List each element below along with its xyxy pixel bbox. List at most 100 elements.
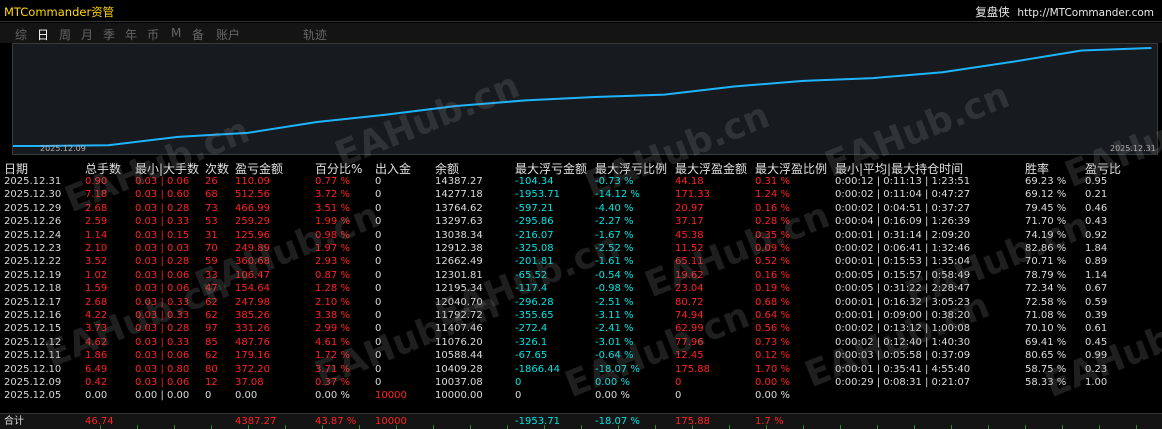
bottom-tick-strip <box>0 425 1162 429</box>
cell-col-max-float-loss-pct: -2.41 % <box>595 323 634 335</box>
cell-col-max-float-profit: 171.33 <box>675 189 710 201</box>
cell-col-date: 2025.12.10 <box>4 363 62 375</box>
cell-col-balance: 11792.72 <box>435 310 483 321</box>
cell-col-pl-ratio: 0.59 <box>1085 296 1108 308</box>
table-row[interactable]: 2025.12.17 2.68 0.03 | 0.33 62 247.98 2.10 % 0… <box>0 296 1162 309</box>
cell-col-count: 62 <box>205 296 218 308</box>
cell-col-max-float-loss: 0 <box>515 377 522 388</box>
cell-col-max-float-loss: -597.21 <box>515 202 554 214</box>
cell-col-count: 62 <box>205 310 218 321</box>
equity-point <box>663 93 666 96</box>
cell-col-count: 73 <box>205 202 218 214</box>
table-row[interactable]: 2025.12.31 0.90 0.03 | 0.06 26 110.09 0.77 % 0… <box>0 175 1162 188</box>
cell-col-max-float-loss-pct: -0.98 % <box>595 283 634 295</box>
table-row[interactable]: 2025.12.10 6.49 0.03 | 0.80 80 372.20 3.71 % 0… <box>0 363 1162 376</box>
cell-col-min-max-lots: 0.03 | 0.06 <box>135 350 190 362</box>
tab-year[interactable]: 年 <box>125 26 137 43</box>
cell-col-pct: 0.98 % <box>315 229 350 241</box>
tab-day[interactable]: 日 <box>37 26 49 43</box>
cell-col-min-max-lots: 0.03 | 0.33 <box>135 310 190 321</box>
cell-col-total-lots: 0.00 <box>85 390 108 402</box>
cell-col-count: 62 <box>205 350 218 362</box>
cell-col-max-float-loss-pct: -2.51 % <box>595 296 634 308</box>
cell-col-max-float-profit-pct: 0.31 % <box>755 176 790 187</box>
table-row[interactable]: 2025.12.30 7.18 0.03 | 0.60 68 512.56 3.72 % 0… <box>0 188 1162 201</box>
cell-col-count: 70 <box>205 243 218 254</box>
cell-col-total-lots: 6.49 <box>85 363 108 375</box>
tab-m[interactable]: M <box>171 26 181 40</box>
cell-col-max-float-profit: 20.97 <box>675 202 704 214</box>
cell-col-balance: 10000.00 <box>435 390 483 402</box>
cell-col-max-float-profit: 11.52 <box>675 243 704 254</box>
cell-col-min-max-lots: 0.03 | 0.28 <box>135 202 190 214</box>
cell-col-min-max-lots: 0.03 | 0.33 <box>135 216 190 228</box>
cell-col-balance: 13764.62 <box>435 202 483 214</box>
equity-chart-svg <box>13 47 1152 147</box>
equity-point <box>872 77 874 79</box>
tab-notes[interactable]: 备 <box>192 26 204 43</box>
site-url-link[interactable]: http://MTCommander.com <box>1017 7 1154 19</box>
cell-col-max-float-loss-pct: -0.73 % <box>595 176 634 187</box>
cell-col-win-rate: 74.19 % <box>1025 229 1067 241</box>
cell-col-max-float-loss: -1953.71 <box>515 189 560 201</box>
cell-col-count: 80 <box>205 363 218 375</box>
tick-mark <box>729 425 730 429</box>
cell-col-count: 31 <box>205 229 218 241</box>
tab-currency[interactable]: 币 <box>147 26 159 43</box>
cell-col-max-float-profit-pct: 0.09 % <box>755 243 790 254</box>
table-row[interactable]: 2025.12.16 4.22 0.03 | 0.33 62 385.26 3.38 % 0… <box>0 309 1162 322</box>
cell-col-max-float-loss-pct: -1.67 % <box>595 229 634 241</box>
table-row[interactable]: 2025.12.15 3.73 0.03 | 0.28 97 331.26 2.99 % 0… <box>0 322 1162 335</box>
cell-col-max-float-profit: 12.45 <box>675 350 704 362</box>
tab-summary[interactable]: 综 <box>15 26 27 43</box>
table-row[interactable]: 2025.12.26 2.59 0.03 | 0.33 53 259.29 1.99 % 0… <box>0 215 1162 228</box>
cell-col-max-float-loss-pct: -3.11 % <box>595 310 634 321</box>
table-row[interactable]: 2025.12.19 1.02 0.03 | 0.06 33 106.47 0.87 % 0… <box>0 269 1162 282</box>
equity-point <box>941 71 944 74</box>
cell-col-balance: 12662.49 <box>435 256 483 268</box>
cell-col-deposit: 0 <box>375 202 382 214</box>
cell-col-win-rate: 71.08 % <box>1025 310 1067 321</box>
cell-col-balance: 12301.81 <box>435 269 483 281</box>
cell-col-max-float-profit: 77.96 <box>675 336 704 348</box>
cell-col-total-lots: 0.90 <box>85 176 108 187</box>
table-row[interactable]: 2025.12.18 1.59 0.03 | 0.06 47 154.64 1.28 % 0… <box>0 282 1162 295</box>
cell-col-hold-time: 0:00:05 | 0:31:22 | 2:28:47 <box>835 283 971 295</box>
cell-col-max-float-profit-pct: 0.35 % <box>755 229 790 241</box>
cell-col-hold-time: 0:00:01 | 0:31:14 | 2:09:20 <box>835 229 971 241</box>
cell-col-pnl: 487.76 <box>235 336 270 348</box>
cell-col-max-float-profit: 19.62 <box>675 269 704 281</box>
table-row[interactable]: 2025.12.05 0.00 0.00 | 0.00 0 0.00 0.00 % 1000… <box>0 389 1162 402</box>
table-row[interactable]: 2025.12.22 3.52 0.03 | 0.28 59 360.68 2.93 % 0… <box>0 255 1162 268</box>
cell-col-win-rate: 58.75 % <box>1025 363 1067 375</box>
tab-account[interactable]: 账户 <box>216 26 240 43</box>
table-row[interactable]: 2025.12.09 0.42 0.03 | 0.06 12 37.08 0.37 % 0 1… <box>0 376 1162 389</box>
cell-col-pct: 2.99 % <box>315 323 350 335</box>
cell-col-max-float-profit: 65.11 <box>675 256 704 268</box>
tab-month[interactable]: 月 <box>81 26 93 43</box>
cell-col-balance: 13297.63 <box>435 216 483 228</box>
cell-col-pct: 1.99 % <box>315 216 350 228</box>
cell-col-pl-ratio: 0.99 <box>1085 350 1108 362</box>
tab-quarter[interactable]: 季 <box>103 26 115 43</box>
table-row[interactable]: 2025.12.29 2.68 0.03 | 0.28 73 466.99 3.51 % 0… <box>0 202 1162 215</box>
cell-col-balance: 12195.34 <box>435 283 483 295</box>
cell-col-pnl: 249.89 <box>235 243 270 254</box>
cell-col-hold-time: 0:00:12 | 0:11:13 | 1:23:51 <box>835 176 971 187</box>
cell-col-hold-time: 0:00:29 | 0:08:31 | 0:21:07 <box>835 377 971 388</box>
table-row[interactable]: 2025.12.12 4.62 0.03 | 0.33 85 487.76 4.61 % 0… <box>0 336 1162 349</box>
cell-col-deposit: 0 <box>375 310 382 321</box>
cell-col-date: 2025.12.26 <box>4 216 62 228</box>
cell-col-pl-ratio: 1.00 <box>1085 377 1108 388</box>
tab-week[interactable]: 周 <box>59 26 71 43</box>
cell-col-win-rate: 69.12 % <box>1025 189 1067 201</box>
cell-col-pct: 0.77 % <box>315 176 350 187</box>
cell-col-win-rate: 69.23 % <box>1025 176 1067 187</box>
table-row[interactable]: 2025.12.23 2.10 0.03 | 0.03 70 249.89 1.97 % 0… <box>0 242 1162 255</box>
cell-col-max-float-profit: 45.38 <box>675 229 704 241</box>
table-row[interactable]: 2025.12.11 1.86 0.03 | 0.06 62 179.16 1.72 % 0… <box>0 349 1162 362</box>
tick-mark <box>174 425 175 429</box>
table-row[interactable]: 2025.12.24 1.14 0.03 | 0.15 31 125.96 0.98 % 0… <box>0 229 1162 242</box>
tab-trajectory[interactable]: 轨迹 <box>303 26 327 43</box>
cell-col-date: 2025.12.22 <box>4 256 62 268</box>
